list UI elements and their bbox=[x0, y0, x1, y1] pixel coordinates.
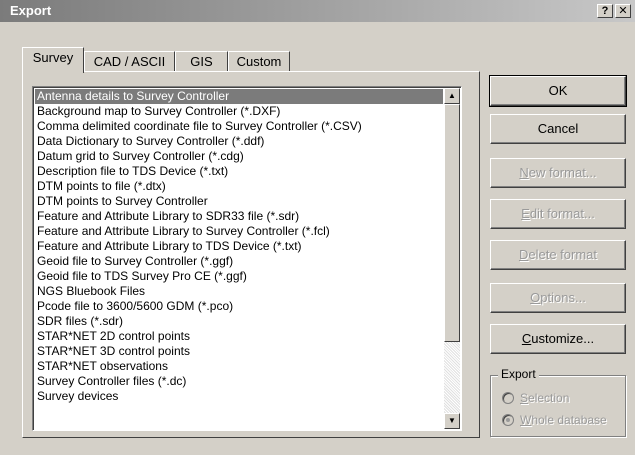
scroll-thumb[interactable] bbox=[444, 104, 460, 342]
tab-gis[interactable]: GIS bbox=[175, 51, 228, 72]
radio-unchecked-icon bbox=[502, 392, 514, 404]
list-item[interactable]: Data Dictionary to Survey Controller (*.… bbox=[35, 134, 443, 149]
new-format-label: ew format... bbox=[528, 165, 597, 180]
selection-radio[interactable]: Selection bbox=[502, 390, 569, 406]
edit-format-mnemonic: E bbox=[521, 206, 530, 221]
tab-survey[interactable]: Survey bbox=[22, 47, 84, 73]
ok-button[interactable]: OK bbox=[489, 75, 627, 107]
list-item[interactable]: Feature and Attribute Library to SDR33 f… bbox=[35, 209, 443, 224]
radio-checked-icon bbox=[502, 414, 514, 426]
list-item[interactable]: Antenna details to Survey Controller bbox=[35, 89, 443, 104]
list-item[interactable]: STAR*NET observations bbox=[35, 359, 443, 374]
list-item[interactable]: NGS Bluebook Files bbox=[35, 284, 443, 299]
vertical-scrollbar[interactable]: ▲ ▼ bbox=[444, 88, 460, 429]
list-item[interactable]: Survey Controller files (*.dc) bbox=[35, 374, 443, 389]
customize-button[interactable]: Customize... bbox=[490, 324, 626, 354]
export-group-label: Export bbox=[498, 367, 539, 381]
edit-format-label: dit format... bbox=[529, 206, 595, 221]
whole-database-mnemonic: W bbox=[520, 413, 532, 427]
help-button[interactable]: ? bbox=[597, 4, 613, 18]
delete-format-mnemonic: D bbox=[518, 247, 529, 262]
edit-format-button[interactable]: Edit format... bbox=[490, 199, 626, 229]
window-title: Export bbox=[10, 3, 52, 18]
options-button[interactable]: Options... bbox=[490, 283, 626, 313]
selection-mnemonic: S bbox=[520, 391, 529, 405]
list-item[interactable]: Geoid file to Survey Controller (*.ggf) bbox=[35, 254, 443, 269]
tab-custom[interactable]: Custom bbox=[228, 51, 290, 72]
delete-format-button[interactable]: Delete format bbox=[490, 240, 626, 270]
list-item[interactable]: Feature and Attribute Library to Survey … bbox=[35, 224, 443, 239]
list-item[interactable]: STAR*NET 3D control points bbox=[35, 344, 443, 359]
list-item[interactable]: Datum grid to Survey Controller (*.cdg) bbox=[35, 149, 443, 164]
list-items: Antenna details to Survey Controller Back… bbox=[35, 89, 443, 404]
list-item[interactable]: Geoid file to TDS Survey Pro CE (*.ggf) bbox=[35, 269, 443, 284]
export-dialog: Export ? ✕ Survey CAD / ASCII GIS Custom… bbox=[0, 0, 635, 455]
new-format-mnemonic: N bbox=[519, 165, 529, 180]
arrow-down-icon: ▼ bbox=[448, 416, 456, 425]
list-item[interactable]: DTM points to file (*.dtx) bbox=[35, 179, 443, 194]
customize-mnemonic: C bbox=[521, 331, 532, 346]
list-item[interactable]: Feature and Attribute Library to TDS Dev… bbox=[35, 239, 443, 254]
list-item[interactable]: Comma delimited coordinate file to Surve… bbox=[35, 119, 443, 134]
arrow-up-icon: ▲ bbox=[448, 91, 456, 100]
title-bar[interactable]: Export ? ✕ bbox=[0, 0, 635, 22]
list-item[interactable]: DTM points to Survey Controller bbox=[35, 194, 443, 209]
list-item[interactable]: STAR*NET 2D control points bbox=[35, 329, 443, 344]
options-label: ptions... bbox=[540, 290, 586, 305]
scroll-up-button[interactable]: ▲ bbox=[444, 88, 460, 104]
list-item[interactable]: SDR files (*.sdr) bbox=[35, 314, 443, 329]
list-item[interactable]: Background map to Survey Controller (*.D… bbox=[35, 104, 443, 119]
list-item[interactable]: Survey devices bbox=[35, 389, 443, 404]
close-button[interactable]: ✕ bbox=[615, 4, 631, 18]
options-mnemonic: O bbox=[530, 290, 541, 305]
list-item[interactable]: Description file to TDS Device (*.txt) bbox=[35, 164, 443, 179]
delete-format-label: elete format bbox=[528, 247, 598, 262]
whole-database-radio[interactable]: Whole database bbox=[502, 412, 607, 428]
selection-label: election bbox=[528, 391, 570, 405]
new-format-button[interactable]: New format... bbox=[490, 158, 626, 188]
whole-database-label: hole database bbox=[531, 413, 607, 427]
list-item[interactable]: Pcode file to 3600/5600 GDM (*.pco) bbox=[35, 299, 443, 314]
cancel-button[interactable]: Cancel bbox=[490, 114, 626, 144]
export-format-list[interactable]: Antenna details to Survey Controller Back… bbox=[32, 86, 462, 431]
tab-cad-ascii[interactable]: CAD / ASCII bbox=[84, 51, 175, 72]
scroll-down-button[interactable]: ▼ bbox=[444, 413, 460, 429]
customize-label: ustomize... bbox=[531, 331, 595, 346]
